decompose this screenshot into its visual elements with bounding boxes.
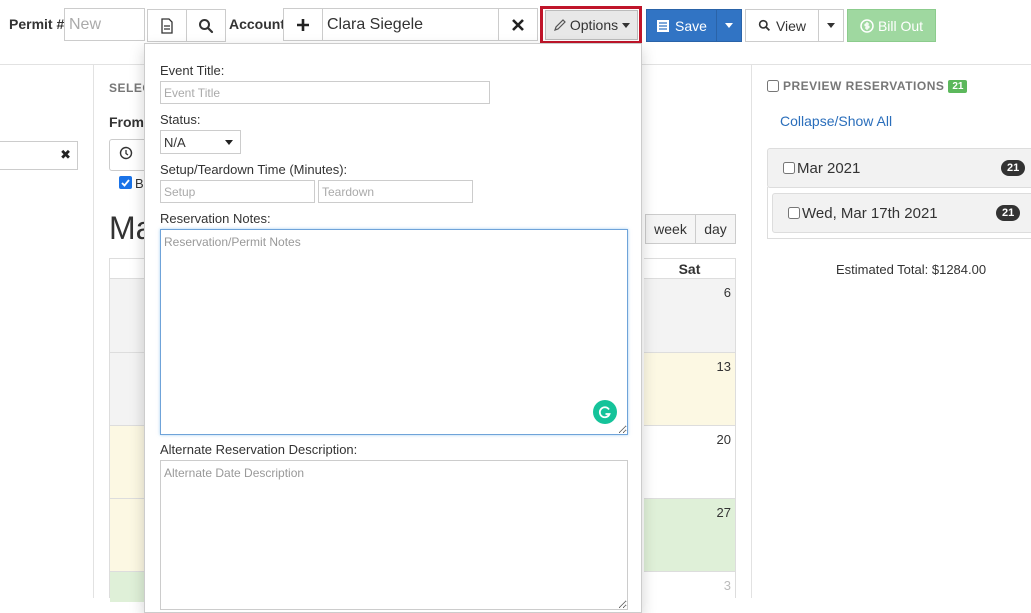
preview-heading: PREVIEW RESERVATIONS (783, 79, 945, 93)
check-icon (121, 179, 130, 187)
preview-list-border (767, 187, 768, 239)
preview-reservations-checkbox[interactable] (767, 80, 779, 92)
calendar-sat-column: Sat 6 13 20 27 3 (644, 258, 736, 602)
group-count-badge: 21 (1001, 160, 1026, 176)
group-label: Mar 2021 (797, 159, 861, 177)
preview-list-bottom (767, 238, 1031, 239)
group-label: Wed, Mar 17th 2021 (802, 204, 938, 222)
day-view-button[interactable]: day (695, 214, 736, 244)
week-view-button[interactable]: week (645, 214, 696, 244)
preview-count-badge: 21 (948, 79, 968, 93)
clear-filter-icon[interactable]: ✖ (60, 147, 71, 163)
preview-header: PREVIEW RESERVATIONS 21 (767, 79, 968, 93)
status-value: N/A (164, 134, 186, 150)
day-number: 6 (723, 285, 731, 300)
bill-out-label: Bill Out (877, 17, 924, 34)
permit-label: Permit # (9, 16, 65, 32)
clear-account-button[interactable] (498, 8, 538, 41)
day-number: 3 (723, 578, 731, 593)
clock-icon (119, 146, 133, 160)
event-title-input[interactable] (160, 81, 490, 104)
status-select[interactable]: N/A (160, 130, 241, 154)
calendar-day-cell[interactable]: 6 (644, 279, 735, 353)
from-label: From (109, 114, 144, 130)
group-count-badge: 21 (996, 205, 1021, 221)
checkbox-b[interactable] (119, 176, 132, 189)
day-number: 13 (716, 359, 731, 374)
save-label: Save (675, 17, 707, 34)
left-column-divider (93, 65, 94, 598)
save-doc-icon (657, 19, 670, 32)
account-label: Account (229, 16, 285, 32)
reservation-notes-label: Reservation Notes: (160, 211, 271, 226)
close-icon (512, 18, 524, 31)
left-filter-input[interactable]: ✖ (0, 141, 78, 170)
calendar-day-cell[interactable]: 27 (644, 499, 735, 572)
calendar-day-cell[interactable]: 13 (644, 353, 735, 426)
save-dropdown-toggle[interactable] (716, 9, 742, 42)
permit-document-button[interactable] (147, 9, 187, 42)
teardown-input[interactable] (318, 180, 473, 203)
chevron-down-icon (225, 139, 233, 145)
view-dropdown-toggle[interactable] (818, 9, 844, 42)
collapse-show-all-link[interactable]: Collapse/Show All (780, 113, 892, 129)
chevron-down-icon (827, 23, 835, 28)
calendar-left-sliver (109, 258, 145, 602)
plus-icon (297, 18, 309, 31)
dollar-circle-icon (860, 18, 874, 33)
setup-input[interactable] (160, 180, 315, 203)
chevron-down-icon (725, 23, 733, 28)
sat-header: Sat (644, 258, 735, 279)
pencil-icon (553, 19, 566, 31)
day-number: 20 (716, 432, 731, 447)
estimated-total: Estimated Total: $1284.00 (836, 262, 987, 277)
event-title-label: Event Title: (160, 63, 225, 78)
grammarly-icon[interactable] (593, 400, 617, 424)
permit-number-input[interactable] (64, 8, 145, 41)
group-checkbox[interactable] (788, 207, 800, 219)
reservation-notes-textarea[interactable] (160, 229, 628, 435)
calendar-day-cell[interactable]: 20 (644, 426, 735, 499)
options-label: Options (569, 17, 619, 33)
alternate-desc-textarea[interactable] (160, 460, 628, 610)
permit-search-button[interactable] (186, 9, 226, 42)
alternate-desc-label: Alternate Reservation Description: (160, 442, 358, 457)
right-column-divider (751, 65, 752, 598)
checkbox-b-label: B (135, 176, 144, 191)
status-label: Status: (160, 112, 201, 127)
preview-group-day[interactable]: Wed, Mar 17th 2021 21 (772, 193, 1031, 233)
document-icon (161, 17, 173, 34)
options-button[interactable]: Options (545, 10, 638, 40)
search-icon (199, 18, 214, 33)
bill-out-button[interactable]: Bill Out (847, 9, 936, 42)
account-input[interactable] (322, 8, 499, 41)
day-number: 27 (716, 505, 731, 520)
add-account-button[interactable] (283, 8, 323, 41)
view-button[interactable]: View (745, 9, 819, 42)
chevron-down-icon (622, 22, 631, 28)
view-label: View (775, 17, 807, 34)
from-time-button[interactable] (109, 139, 149, 171)
options-dropdown: Event Title: Status: N/A Setup/Teardown … (144, 43, 642, 613)
calendar-view-toggle: week day (645, 214, 736, 244)
save-button[interactable]: Save (646, 9, 717, 42)
group-checkbox[interactable] (783, 162, 795, 174)
preview-group-month[interactable]: Mar 2021 21 (767, 148, 1031, 188)
search-icon (758, 19, 770, 32)
setup-teardown-label: Setup/Teardown Time (Minutes): (160, 162, 348, 177)
